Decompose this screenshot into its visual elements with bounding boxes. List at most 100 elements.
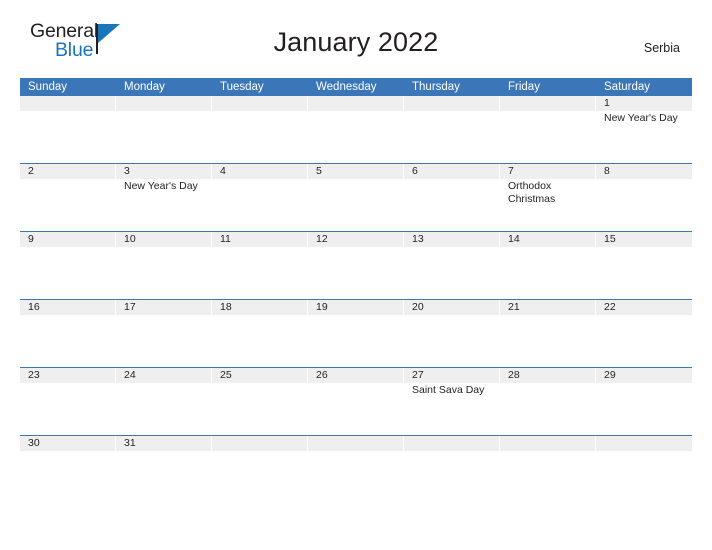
day-number: 16 xyxy=(28,301,40,313)
calendar-day-cell[interactable]: 3 New Year's Day xyxy=(116,164,212,231)
day-number-band xyxy=(500,96,596,111)
calendar-day-cell-empty xyxy=(116,96,212,163)
day-number-band xyxy=(20,164,116,179)
calendar-day-cell-empty xyxy=(20,96,116,163)
day-events: Orthodox Christmas xyxy=(508,180,593,206)
calendar-day-cell[interactable]: 18 xyxy=(212,300,308,367)
calendar-day-cell[interactable]: 8 xyxy=(596,164,692,231)
calendar-grid: Sunday Monday Tuesday Wednesday Thursday… xyxy=(20,78,692,481)
day-number-band xyxy=(404,96,500,111)
day-number-band xyxy=(404,164,500,179)
calendar-day-cell[interactable]: 5 xyxy=(308,164,404,231)
calendar-day-cell[interactable]: 29 xyxy=(596,368,692,435)
day-number-band xyxy=(20,232,116,247)
calendar-page: General Blue January 2022 Serbia Sunday … xyxy=(0,0,712,550)
day-number: 30 xyxy=(28,437,40,449)
day-number: 2 xyxy=(28,165,34,177)
calendar-day-cell[interactable]: 30 xyxy=(20,436,116,481)
calendar-day-cell[interactable]: 22 xyxy=(596,300,692,367)
calendar-day-cell[interactable]: 19 xyxy=(308,300,404,367)
calendar-day-cell[interactable]: 16 xyxy=(20,300,116,367)
day-events: New Year's Day xyxy=(604,112,689,125)
day-number: 8 xyxy=(604,165,610,177)
day-number: 13 xyxy=(412,233,424,245)
day-number: 25 xyxy=(220,369,232,381)
event-label: New Year's Day xyxy=(604,112,678,124)
day-number: 29 xyxy=(604,369,616,381)
calendar-day-cell[interactable]: 14 xyxy=(500,232,596,299)
calendar-day-cell[interactable]: 17 xyxy=(116,300,212,367)
day-number-band xyxy=(308,164,404,179)
weekday-header-tuesday: Tuesday xyxy=(220,81,264,93)
calendar-day-cell-empty xyxy=(500,96,596,163)
page-title: January 2022 xyxy=(273,27,439,57)
day-number-band xyxy=(404,436,500,451)
calendar-day-cell[interactable]: 23 xyxy=(20,368,116,435)
day-number-band xyxy=(500,164,596,179)
calendar-day-cell-empty xyxy=(212,96,308,163)
calendar-day-cell[interactable]: 10 xyxy=(116,232,212,299)
day-number: 6 xyxy=(412,165,418,177)
calendar-day-cell[interactable]: 25 xyxy=(212,368,308,435)
page-header: General Blue January 2022 Serbia xyxy=(20,0,692,62)
calendar-day-cell[interactable]: 15 xyxy=(596,232,692,299)
day-number-band xyxy=(596,436,692,451)
calendar-week-cells: 30 31 xyxy=(20,436,692,481)
calendar-week-cells: 16 17 18 19 20 21 22 xyxy=(20,300,692,367)
calendar-day-cell-empty xyxy=(500,436,596,481)
weekday-header-sunday: Sunday xyxy=(28,81,68,93)
calendar-day-cell[interactable]: 24 xyxy=(116,368,212,435)
calendar-day-cell[interactable]: 28 xyxy=(500,368,596,435)
weekday-header-thursday: Thursday xyxy=(412,81,460,93)
country-label: Serbia xyxy=(643,41,680,55)
day-number: 31 xyxy=(124,437,136,449)
day-number: 23 xyxy=(28,369,40,381)
weekday-header-monday: Monday xyxy=(124,81,165,93)
calendar-week-row: 23 24 25 26 27 Saint Sava Day 28 29 xyxy=(20,367,692,435)
day-number-band xyxy=(596,164,692,179)
day-number: 4 xyxy=(220,165,226,177)
calendar-day-cell[interactable]: 27 Saint Sava Day xyxy=(404,368,500,435)
day-number: 22 xyxy=(604,301,616,313)
calendar-day-cell[interactable]: 9 xyxy=(20,232,116,299)
calendar-week-cells: 23 24 25 26 27 Saint Sava Day 28 29 xyxy=(20,368,692,435)
day-number: 28 xyxy=(508,369,520,381)
calendar-week-row: 30 31 xyxy=(20,435,692,481)
day-number-band xyxy=(212,164,308,179)
day-number: 26 xyxy=(316,369,328,381)
day-events: New Year's Day xyxy=(124,180,209,193)
day-number: 20 xyxy=(412,301,424,313)
calendar-day-cell[interactable]: 31 xyxy=(116,436,212,481)
day-number: 7 xyxy=(508,165,514,177)
day-number-band xyxy=(500,436,596,451)
calendar-day-cell[interactable]: 12 xyxy=(308,232,404,299)
day-number: 21 xyxy=(508,301,520,313)
weekday-header-row: Sunday Monday Tuesday Wednesday Thursday… xyxy=(20,78,692,96)
calendar-week-row: 9 10 11 12 13 14 15 xyxy=(20,231,692,299)
calendar-day-cell[interactable]: 11 xyxy=(212,232,308,299)
calendar-day-cell-empty xyxy=(404,436,500,481)
event-label: Christmas xyxy=(508,193,556,205)
day-number: 10 xyxy=(124,233,136,245)
calendar-day-cell[interactable]: 7 Orthodox Christmas xyxy=(500,164,596,231)
event-label: Saint Sava Day xyxy=(412,384,485,396)
calendar-day-cell[interactable]: 26 xyxy=(308,368,404,435)
calendar-day-cell-empty xyxy=(596,436,692,481)
calendar-day-cell[interactable]: 6 xyxy=(404,164,500,231)
day-number-band xyxy=(308,436,404,451)
day-number-band xyxy=(212,96,308,111)
day-number: 5 xyxy=(316,165,322,177)
event-label: Orthodox xyxy=(508,180,552,192)
calendar-day-cell[interactable]: 13 xyxy=(404,232,500,299)
calendar-day-cell[interactable]: 2 xyxy=(20,164,116,231)
weekday-header-wednesday: Wednesday xyxy=(316,81,377,93)
calendar-day-cell[interactable]: 20 xyxy=(404,300,500,367)
calendar-day-cell[interactable]: 1 New Year's Day xyxy=(596,96,692,163)
day-number: 24 xyxy=(124,369,136,381)
calendar-day-cell[interactable]: 4 xyxy=(212,164,308,231)
day-number: 9 xyxy=(28,233,34,245)
weekday-header-friday: Friday xyxy=(508,81,540,93)
calendar-day-cell[interactable]: 21 xyxy=(500,300,596,367)
day-number-band xyxy=(308,96,404,111)
day-number: 17 xyxy=(124,301,136,313)
